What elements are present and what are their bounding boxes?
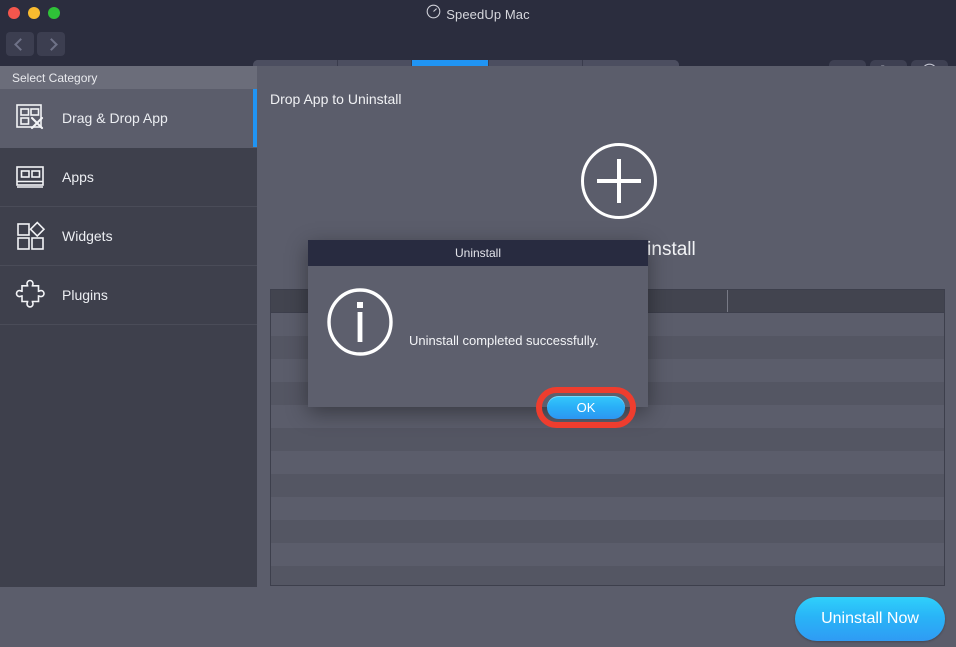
sidebar-empty-space [0,325,257,586]
category-sidebar: Select Category Drag & Drop App Apps Wid… [0,66,257,587]
panel-title: Drop App to Uninstall [270,91,402,107]
dialog-body: Uninstall completed successfully. OK [308,266,648,428]
forward-button[interactable] [37,32,65,56]
sidebar-item-plugins[interactable]: Plugins [0,266,257,325]
main-toolbar: Speed Up Memory Uninstall Login Items Pr… [0,28,956,87]
ok-button[interactable]: OK [547,396,625,419]
sidebar-item-label: Apps [62,169,94,185]
sidebar-item-widgets[interactable]: Widgets [0,207,257,266]
sidebar-item-label: Widgets [62,228,113,244]
sidebar-item-label: Drag & Drop App [62,110,168,126]
puzzle-piece-icon [14,278,48,312]
footer-bar: Uninstall Now [0,587,956,647]
table-row[interactable] [271,474,944,497]
sidebar-header: Select Category [0,66,257,89]
sidebar-item-label: Plugins [62,287,108,303]
table-row[interactable] [271,566,944,585]
grid-with-x-icon [14,101,48,135]
back-button[interactable] [6,32,34,56]
gauge-icon [426,4,441,24]
info-circle-icon [326,288,394,356]
table-row[interactable] [271,428,944,451]
plus-circle-icon[interactable] [581,143,657,219]
app-window: SpeedUp Mac Speed Up Memory Uninstall Lo… [0,0,956,647]
window-title-group: SpeedUp Mac [0,0,956,28]
table-row[interactable] [271,497,944,520]
uninstall-now-button[interactable]: Uninstall Now [795,597,945,641]
table-row[interactable] [271,543,944,566]
table-row[interactable] [271,520,944,543]
sidebar-item-apps[interactable]: Apps [0,148,257,207]
sidebar-item-drag-drop-app[interactable]: Drag & Drop App [0,89,257,148]
navigation-buttons [6,32,65,56]
table-row[interactable] [271,451,944,474]
window-titlebar: SpeedUp Mac [0,0,956,28]
uninstall-result-dialog: Uninstall Uninstall completed successful… [308,240,648,428]
table-column-header-size[interactable] [728,290,944,312]
chevron-left-icon [13,37,27,51]
grid-apps-icon [14,160,48,194]
window-title: SpeedUp Mac [446,6,530,22]
dialog-message: Uninstall completed successfully. [409,333,599,348]
chevron-right-icon [44,37,58,51]
dialog-title: Uninstall [308,240,648,266]
widgets-shapes-icon [14,219,48,253]
